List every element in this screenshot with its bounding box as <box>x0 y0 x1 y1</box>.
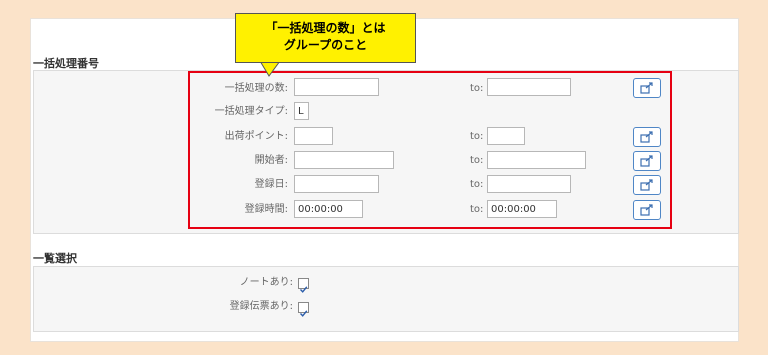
callout-pointer <box>259 61 281 77</box>
reg-doc-checkbox[interactable] <box>298 302 309 317</box>
list-section-box <box>33 266 739 332</box>
batch-section-title: 一括処理番号 <box>33 57 99 70</box>
callout-box: 「一括処理の数」とは グループのこと <box>235 13 416 63</box>
note-checkbox[interactable] <box>298 278 309 293</box>
note-label: ノートあり: <box>239 277 293 288</box>
check-icon <box>299 286 308 293</box>
highlight-frame <box>188 71 672 229</box>
callout-line-2: グループのこと <box>283 38 368 52</box>
callout-line-1: 「一括処理の数」とは <box>265 21 386 35</box>
reg-doc-label: 登録伝票あり: <box>229 301 293 312</box>
list-section-title: 一覧選択 <box>33 252 77 265</box>
check-icon <box>299 310 308 317</box>
